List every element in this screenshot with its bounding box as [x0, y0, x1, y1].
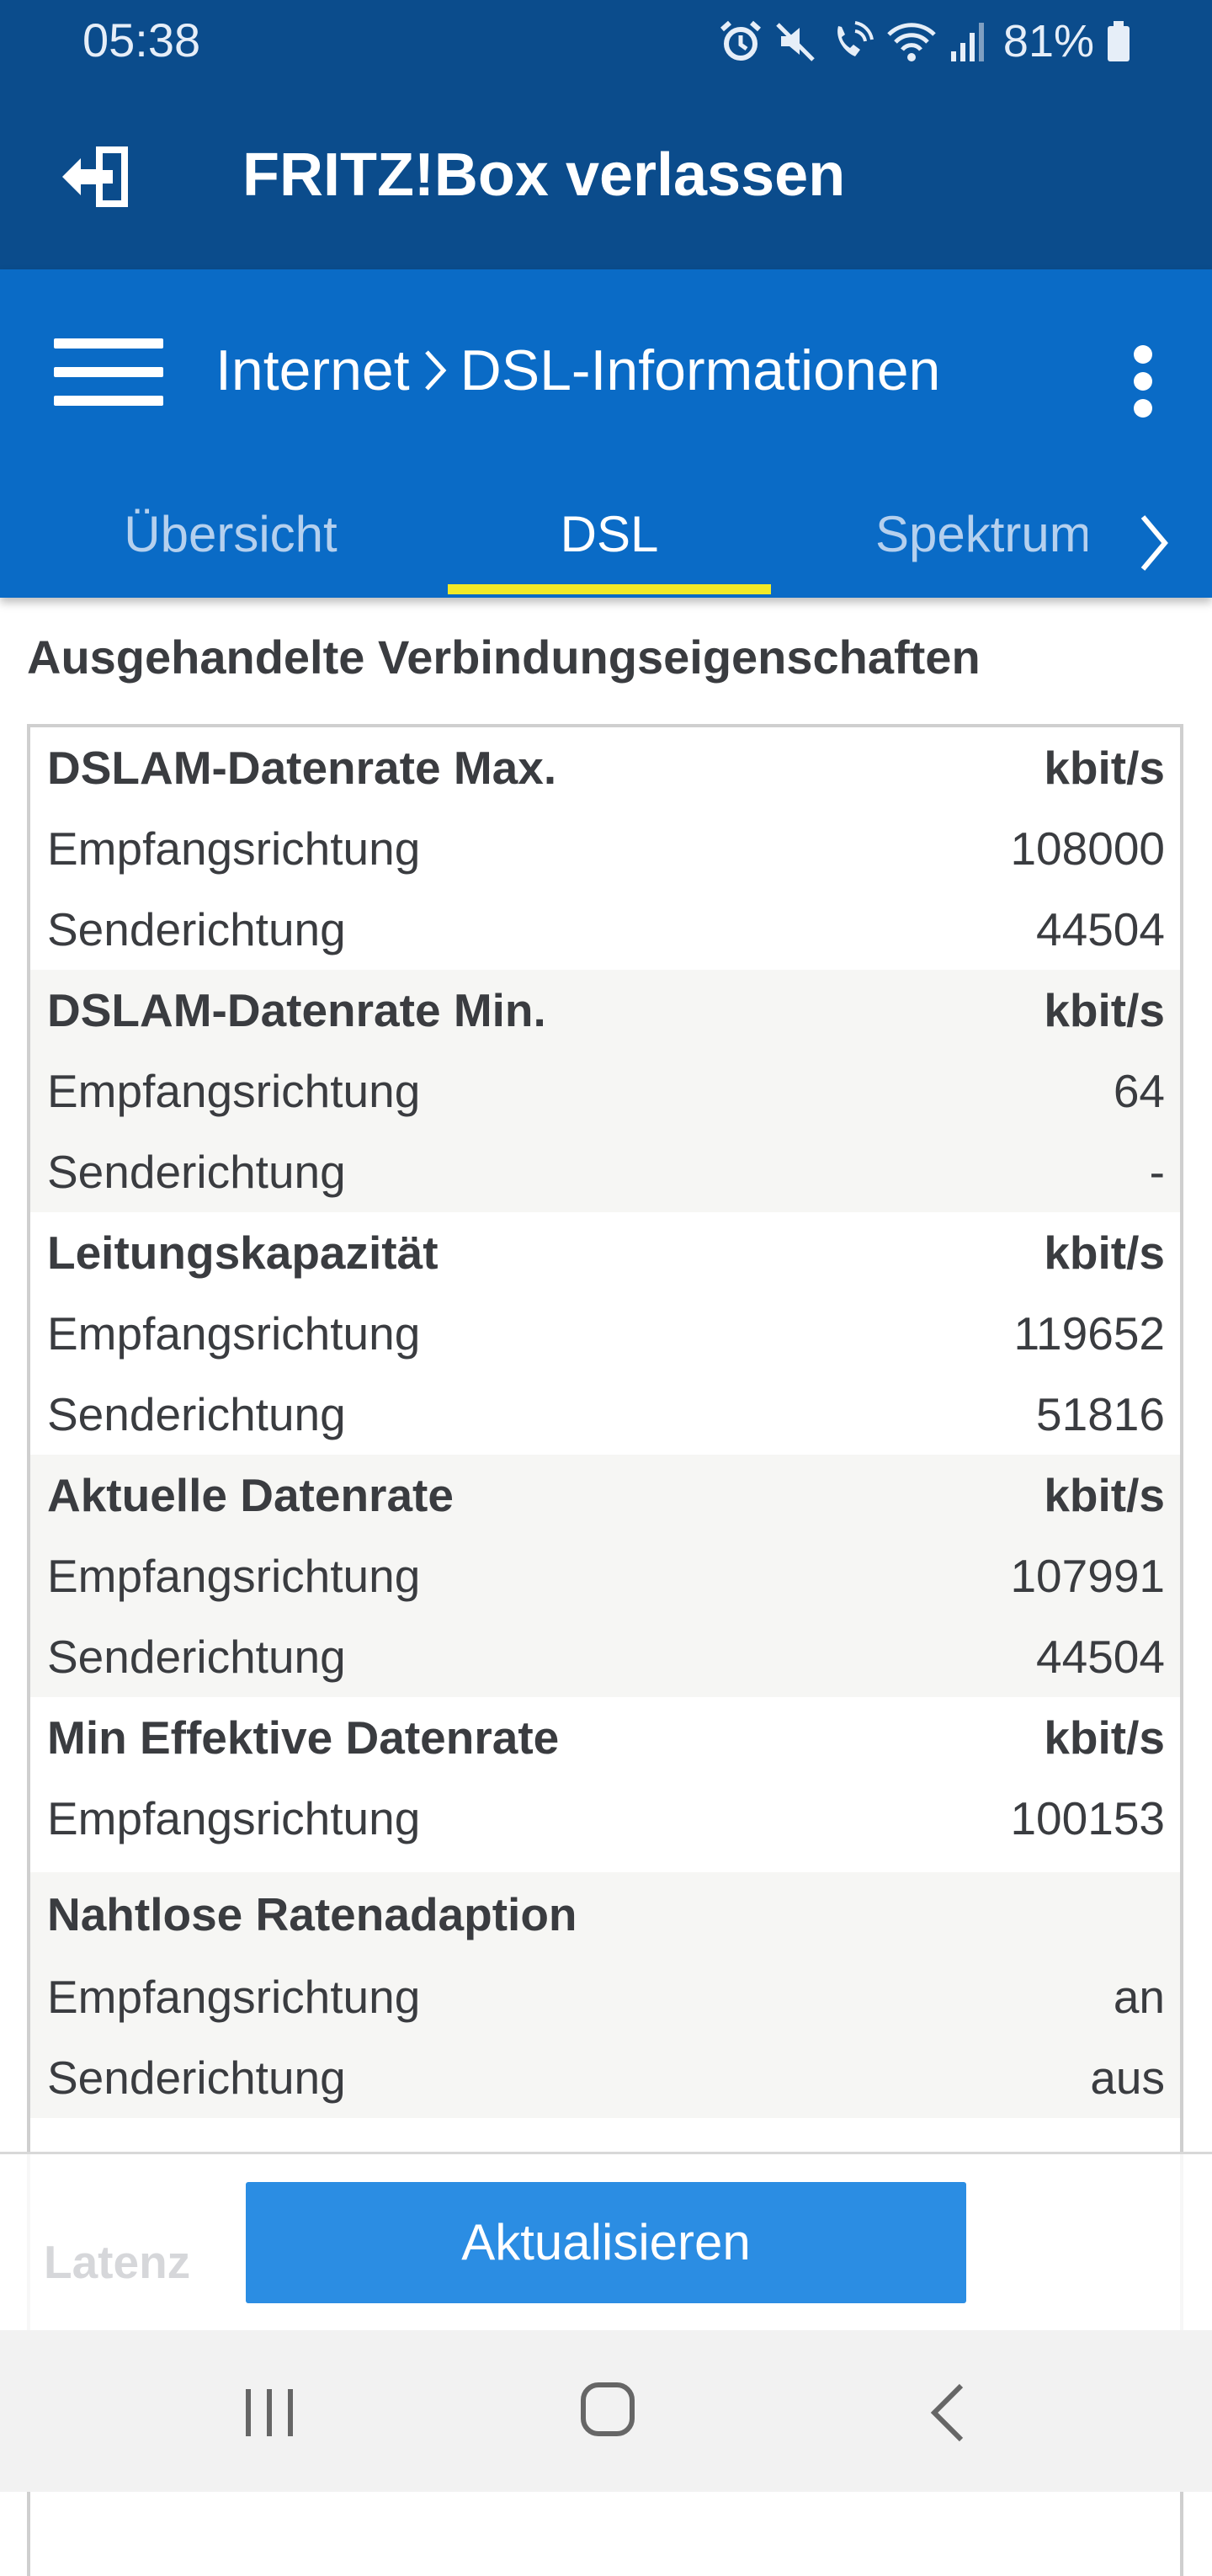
mute-icon [776, 23, 815, 61]
table-row: Empfangsrichtung 100153 [30, 1778, 1180, 1872]
nav-bar: Internet DSL-Informationen Übersicht DSL… [0, 269, 1212, 598]
faded-latency-label: Latenz [44, 2236, 191, 2288]
row-value: 44504 [1036, 1631, 1165, 1683]
signal-icon [950, 23, 984, 61]
row-unit: kbit/s [1044, 1711, 1165, 1764]
page-title[interactable]: FRITZ!Box verlassen [242, 140, 845, 210]
menu-icon[interactable] [54, 330, 163, 414]
tab-dsl[interactable]: DSL [448, 480, 771, 598]
row-label: Leitungskapazität [47, 1227, 439, 1279]
row-label: DSLAM-Datenrate Min. [47, 984, 546, 1036]
table-row: Senderichtung 44504 [30, 889, 1180, 970]
row-value: 108000 [1010, 822, 1165, 875]
table-row: Empfangsrichtung 119652 [30, 1293, 1180, 1374]
row-value: 100153 [1010, 1792, 1165, 1844]
group-seamless-rate-adaption: Nahtlose Ratenadaption Empfangsrichtung … [30, 1872, 1180, 2118]
row-label: Empfangsrichtung [47, 1971, 421, 2023]
row-value: aus [1090, 2052, 1165, 2104]
title-bar: FRITZ!Box verlassen [0, 81, 1212, 269]
row-value: 119652 [1013, 1307, 1165, 1360]
back-icon[interactable] [924, 2381, 968, 2445]
home-icon[interactable] [579, 2381, 636, 2438]
table-row: Empfangsrichtung 107991 [30, 1535, 1180, 1616]
row-label: Senderichtung [47, 1388, 346, 1440]
table-row: Min Effektive Datenrate kbit/s [30, 1697, 1180, 1778]
table-row: Leitungskapazität kbit/s [30, 1212, 1180, 1293]
table-row: DSLAM-Datenrate Max. kbit/s [30, 727, 1180, 808]
tab-label: Übersicht [124, 506, 338, 562]
row-unit: kbit/s [1044, 1469, 1165, 1521]
tab-spektrum[interactable]: Spektrum [875, 480, 1087, 598]
tab-bar: Übersicht DSL Spektrum [0, 480, 1212, 598]
table-row: Aktuelle Datenrate kbit/s [30, 1455, 1180, 1535]
breadcrumb-parent[interactable]: Internet [215, 335, 410, 406]
group-current-rate: Aktuelle Datenrate kbit/s Empfangsrichtu… [30, 1455, 1180, 1697]
row-value: 44504 [1036, 903, 1165, 955]
row-label: Empfangsrichtung [47, 1065, 421, 1117]
refresh-button[interactable]: Aktualisieren [246, 2182, 966, 2303]
row-label: Senderichtung [47, 1631, 346, 1683]
section-title: Ausgehandelte Verbindungseigenschaften [27, 631, 981, 684]
row-label: Aktuelle Datenrate [47, 1469, 454, 1521]
row-label: Empfangsrichtung [47, 1307, 421, 1360]
wifi-call-icon [837, 21, 874, 56]
row-value: 64 [1113, 1065, 1165, 1117]
table-row: Empfangsrichtung an [30, 1956, 1180, 2037]
row-label: Min Effektive Datenrate [47, 1711, 560, 1764]
row-label: Senderichtung [47, 903, 346, 955]
battery-percent: 81% [1002, 16, 1094, 67]
row-unit: kbit/s [1044, 984, 1165, 1036]
row-label: Empfangsrichtung [47, 1792, 421, 1844]
group-dslam-min: DSLAM-Datenrate Min. kbit/s Empfangsrich… [30, 970, 1180, 1212]
row-value: 107991 [1010, 1550, 1165, 1602]
row-label: Senderichtung [47, 2052, 346, 2104]
system-nav-bar [0, 2330, 1212, 2492]
wifi-icon [887, 23, 936, 61]
table-row: Senderichtung 51816 [30, 1374, 1180, 1455]
breadcrumb: Internet DSL-Informationen [215, 335, 940, 406]
chevron-right-icon[interactable] [1128, 510, 1178, 576]
status-time: 05:38 [82, 13, 201, 67]
more-options-icon[interactable] [1126, 345, 1160, 418]
row-label: Nahtlose Ratenadaption [47, 1888, 577, 1940]
table-row: Empfangsrichtung 108000 [30, 808, 1180, 889]
table-row: Nahtlose Ratenadaption [30, 1872, 1180, 1956]
group-line-capacity: Leitungskapazität kbit/s Empfangsrichtun… [30, 1212, 1180, 1455]
recent-apps-icon[interactable] [242, 2387, 296, 2438]
alarm-icon [720, 20, 761, 61]
row-label: DSLAM-Datenrate Max. [47, 742, 557, 794]
tab-label: Spektrum [875, 506, 1087, 562]
table-row: DSLAM-Datenrate Min. kbit/s [30, 970, 1180, 1051]
tab-label: DSL [560, 506, 659, 562]
chevron-right-icon [424, 350, 446, 391]
table-row: Empfangsrichtung 64 [30, 1051, 1180, 1131]
row-label: Empfangsrichtung [47, 1550, 421, 1602]
group-dslam-max: DSLAM-Datenrate Max. kbit/s Empfangsrich… [30, 727, 1180, 970]
table-row: Senderichtung 44504 [30, 1616, 1180, 1697]
row-label: Senderichtung [47, 1146, 346, 1198]
row-unit: kbit/s [1044, 742, 1165, 794]
group-min-effective-rate: Min Effektive Datenrate kbit/s Empfangsr… [30, 1697, 1180, 1872]
row-unit: kbit/s [1044, 1227, 1165, 1279]
tab-indicator [448, 584, 771, 594]
row-value: an [1113, 1971, 1165, 2023]
status-bar: 05:38 81% [0, 0, 1212, 81]
tab-uebersicht[interactable]: Übersicht [81, 480, 380, 598]
table-row: Senderichtung - [30, 1131, 1180, 1212]
exit-icon[interactable] [59, 145, 131, 209]
table-row: Senderichtung aus [30, 2037, 1180, 2118]
row-value: 51816 [1036, 1388, 1165, 1440]
row-label: Empfangsrichtung [47, 822, 421, 875]
breadcrumb-current: DSL-Informationen [460, 338, 941, 402]
status-icons: 81% [719, 15, 1131, 67]
battery-icon [1108, 21, 1130, 61]
row-value: - [1149, 1146, 1165, 1198]
